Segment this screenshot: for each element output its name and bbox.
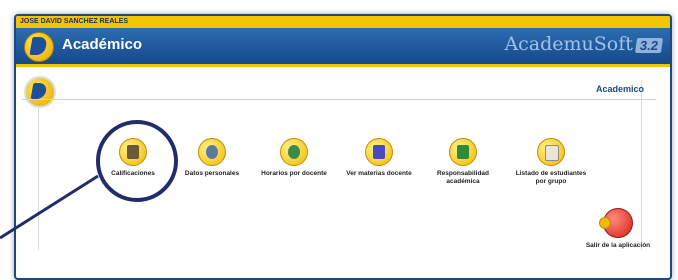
pointer-arrow	[0, 174, 99, 240]
